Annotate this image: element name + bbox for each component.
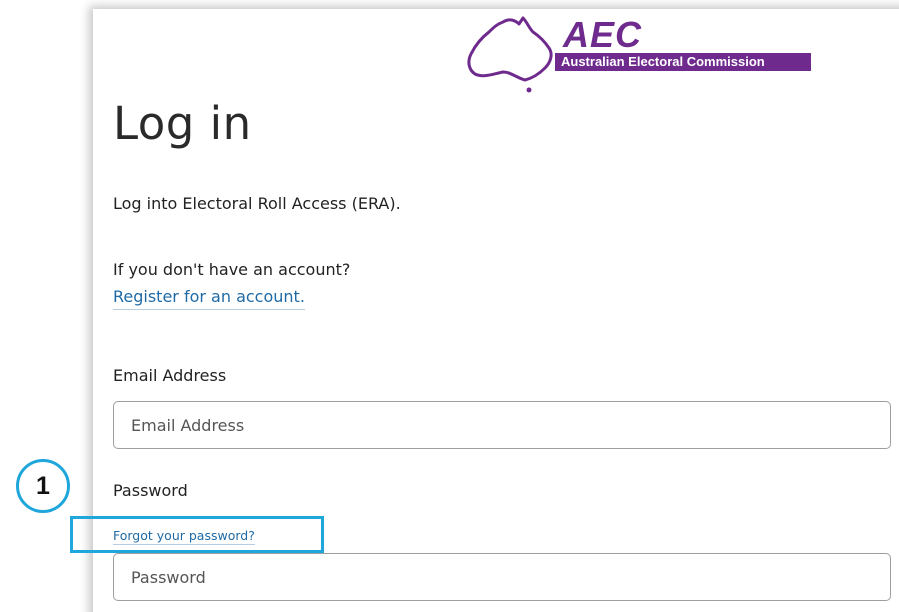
- email-input[interactable]: [113, 401, 891, 449]
- password-label: Password: [113, 481, 188, 500]
- callout-highlight-box: [70, 516, 324, 553]
- logo-full-name: Australian Electoral Commission: [555, 53, 811, 71]
- login-page: AEC Australian Electoral Commission Log …: [0, 0, 899, 612]
- register-link[interactable]: Register for an account.: [113, 287, 305, 310]
- intro-text: Log into Electoral Roll Access (ERA).: [113, 194, 401, 213]
- australia-map-icon: [467, 16, 553, 93]
- email-label: Email Address: [113, 366, 227, 385]
- aec-logo: AEC Australian Electoral Commission: [463, 14, 811, 94]
- no-account-text: If you don't have an account?: [113, 260, 351, 279]
- password-input[interactable]: [113, 553, 891, 601]
- logo-abbreviation: AEC: [563, 14, 643, 55]
- page-title: Log in: [113, 97, 252, 150]
- callout-step-number: 1: [16, 459, 70, 513]
